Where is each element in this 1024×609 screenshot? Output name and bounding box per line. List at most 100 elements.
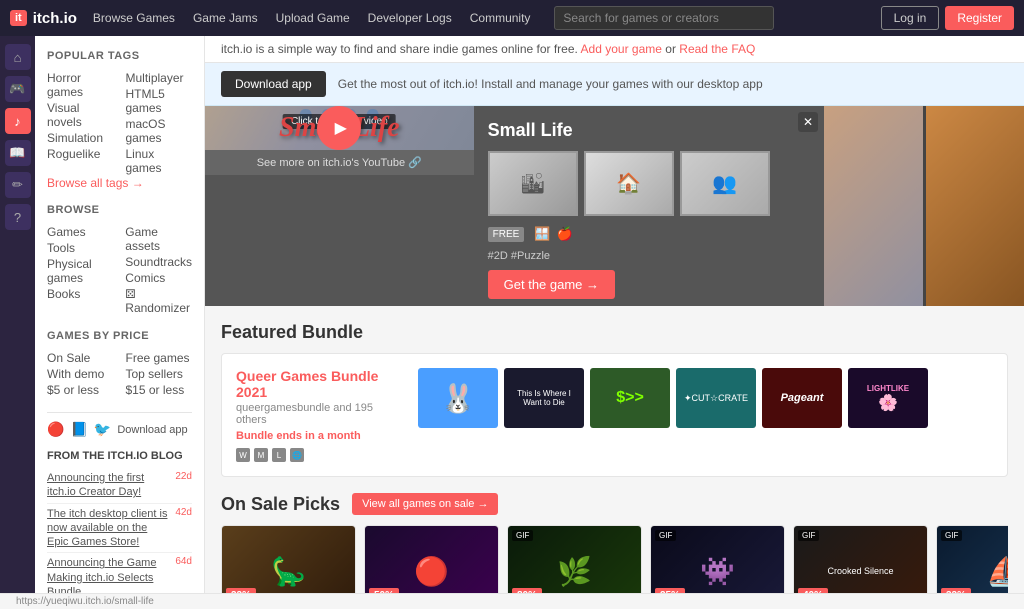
blog-item-1: The itch desktop client is now available… (47, 504, 192, 554)
blog-item-0: Announcing the first itch.io Creator Day… (47, 468, 192, 504)
left-icon-music[interactable]: ♪ (5, 108, 31, 134)
popular-tags-title: POPULAR TAGS (47, 50, 192, 62)
tag-simulation[interactable]: Simulation (47, 130, 114, 146)
bundle-box: Queer Games Bundle 2021 queergamesbundle… (221, 353, 1008, 477)
browse-comics[interactable]: Comics (125, 270, 192, 286)
price-5-less[interactable]: $5 or less (47, 382, 114, 398)
on-sale-section: On Sale Picks View all games on sale → 🦕… (205, 493, 1024, 593)
price-on-sale[interactable]: On Sale (47, 350, 114, 366)
download-app-button[interactable]: Download app (221, 71, 326, 97)
browse-books[interactable]: Books (47, 286, 113, 302)
sale-card-img-2[interactable]: 🌿 GIF 80%OFF (508, 526, 641, 593)
sale-card-3: 👾 GIF 25%OFF Spinch ★★★★★ (4) $11.24 (650, 525, 785, 593)
tag-macos[interactable]: macOS games (126, 116, 193, 146)
left-icon-book[interactable]: 📖 (5, 140, 31, 166)
close-featured-button[interactable]: ✕ (798, 112, 818, 132)
price-with-demo[interactable]: With demo (47, 366, 114, 382)
bundle-game-0[interactable]: 🐰 (418, 368, 498, 428)
bundle-creator: queergamesbundle and 195 others (236, 402, 406, 426)
browse-randomizer[interactable]: ⚄ Randomizer (125, 286, 192, 316)
sale-card-img-4[interactable]: Crooked Silence GIF 40%OFF (794, 526, 927, 593)
play-button[interactable] (317, 106, 361, 150)
browse-physical[interactable]: Physical games (47, 256, 113, 286)
bundle-games: 🐰 This Is Where I Want to Die $>> ✦CUT☆C… (418, 368, 993, 428)
bundle-game-4[interactable]: Pageant (762, 368, 842, 428)
add-game-link[interactable]: Add your game (581, 42, 662, 56)
sidebar-download-link[interactable]: Download app (117, 424, 187, 436)
bundle-section: Featured Bundle Queer Games Bundle 2021 … (205, 306, 1024, 493)
left-icon-pen[interactable]: ✏ (5, 172, 31, 198)
auth-buttons: Log in Register (881, 6, 1014, 30)
tag-visual-novels[interactable]: Visual novels (47, 100, 114, 130)
register-button[interactable]: Register (945, 6, 1014, 30)
tag-html5[interactable]: HTML5 games (126, 86, 193, 116)
sale-card-2: 🌿 GIF 80%OFF Whispering Willows ★★★★ (15… (507, 525, 642, 593)
tag-multiplayer[interactable]: Multiplayer (126, 70, 193, 86)
tag-horror[interactable]: Horror games (47, 70, 114, 100)
screenshot-3: 👥 (680, 151, 770, 216)
nav-browse-games[interactable]: Browse Games (85, 7, 183, 29)
bundle-game-2[interactable]: $>> (590, 368, 670, 428)
view-all-sales-button[interactable]: View all games on sale → (352, 493, 498, 515)
price-free[interactable]: Free games (126, 350, 193, 366)
reddit-icon: 🔴 (47, 421, 64, 438)
platform-mac-icon: M (254, 448, 268, 462)
bundle-section-title: Featured Bundle (221, 322, 1008, 343)
main-content: itch.io is a simple way to find and shar… (205, 36, 1024, 593)
sale-badge-3: 25%OFF (655, 588, 685, 593)
price-columns: On Sale With demo $5 or less Free games … (47, 350, 192, 398)
featured-meta: FREE 🪟 🍎 (488, 226, 810, 242)
sale-card-5: ⛵ GIF 33%OFF Mutazione ★★★★★ (79) $13.39 (936, 525, 1008, 593)
search-input[interactable] (554, 6, 774, 30)
bundle-game-1[interactable]: This Is Where I Want to Die (504, 368, 584, 428)
site-logo[interactable]: it itch.io (10, 10, 77, 27)
tag-linux[interactable]: Linux games (126, 146, 193, 176)
gif-badge-2: GIF (512, 530, 533, 541)
youtube-link[interactable]: See more on itch.io's YouTube 🔗 (205, 150, 474, 175)
sale-badge-1: 50%OFF (369, 588, 399, 593)
left-icon-controller[interactable]: 🎮 (5, 76, 31, 102)
bundle-platforms: W M L 🌐 (236, 448, 406, 462)
featured-title: Small Life (488, 120, 810, 141)
get-game-button[interactable]: Get the game → (488, 270, 615, 299)
login-button[interactable]: Log in (881, 6, 940, 30)
sale-card-img-0[interactable]: 🦕 33%OFF (222, 526, 355, 593)
bundle-name[interactable]: Queer Games Bundle 2021 (236, 368, 406, 400)
price-15-less[interactable]: $15 or less (126, 382, 193, 398)
search-container (554, 6, 774, 30)
browse-assets[interactable]: Game assets (125, 224, 192, 254)
sale-card-img-1[interactable]: 🔴 50%OFF (365, 526, 498, 593)
nav-developer-logs[interactable]: Developer Logs (360, 7, 460, 29)
sale-card-img-3[interactable]: 👾 GIF 25%OFF (651, 526, 784, 593)
bundle-game-5[interactable]: LIGHTLIKE 🌸 (848, 368, 928, 428)
on-sale-title: On Sale Picks (221, 494, 340, 515)
sale-card-img-5[interactable]: ⛵ GIF 33%OFF (937, 526, 1008, 593)
sidebar-download: 🔴 📘 🐦 Download app (47, 412, 192, 442)
gif-badge-4: GIF (798, 530, 819, 541)
featured-video-container: Click to activate video Small Life 👤👤👤👤 … (205, 106, 474, 306)
info-bar: itch.io is a simple way to find and shar… (205, 36, 1024, 63)
nav-game-jams[interactable]: Game Jams (185, 7, 266, 29)
browse-all-tags[interactable]: Browse all tags → (47, 176, 144, 190)
status-bar: https://yueqiwu.itch.io/small-life (0, 593, 1024, 609)
price-col1: On Sale With demo $5 or less (47, 350, 114, 398)
featured-video[interactable]: Click to activate video Small Life 👤👤👤👤 (205, 106, 474, 150)
left-icon-question[interactable]: ? (5, 204, 31, 230)
tag-roguelike[interactable]: Roguelike (47, 146, 114, 162)
bundle-game-3[interactable]: ✦CUT☆CRATE (676, 368, 756, 428)
bundle-info: Queer Games Bundle 2021 queergamesbundle… (236, 368, 406, 462)
faq-link[interactable]: Read the FAQ (679, 42, 755, 56)
gallery-1 (824, 106, 923, 306)
tags-col2: Multiplayer HTML5 games macOS games Linu… (126, 70, 193, 176)
tags-col1: Horror games Visual novels Simulation Ro… (47, 70, 114, 176)
browse-tools[interactable]: Tools (47, 240, 113, 256)
side-gallery (824, 106, 1024, 306)
featured-tags: #2D #Puzzle (488, 250, 810, 262)
screenshot-1: 🏙 (488, 151, 578, 216)
browse-games[interactable]: Games (47, 224, 113, 240)
browse-soundtracks[interactable]: Soundtracks (125, 254, 192, 270)
nav-community[interactable]: Community (462, 7, 539, 29)
price-top-sellers[interactable]: Top sellers (126, 366, 193, 382)
nav-upload-game[interactable]: Upload Game (268, 7, 358, 29)
left-icon-home[interactable]: ⌂ (5, 44, 31, 70)
